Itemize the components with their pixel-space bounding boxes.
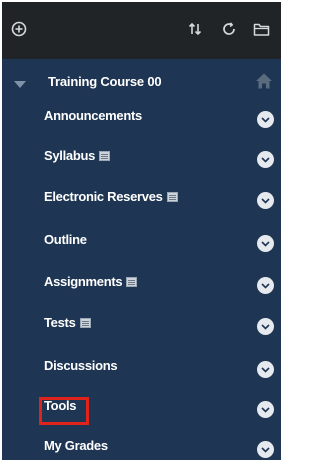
menu-item-assignments[interactable]: Assignments (2, 264, 281, 304)
menu-item-text[interactable]: Electronic Reserves (44, 189, 163, 204)
hidden-from-students-icon (99, 150, 111, 161)
menu-item-label[interactable]: Tests (44, 315, 91, 330)
menu-item-label[interactable]: Outline (44, 232, 87, 247)
options-chevron-icon[interactable] (257, 111, 274, 128)
options-chevron-icon[interactable] (257, 151, 274, 168)
menu-item-text[interactable]: Assignments (44, 274, 123, 289)
options-chevron-icon[interactable] (257, 441, 274, 458)
menu-item-label[interactable]: My Grades (44, 438, 108, 453)
menu-item-text[interactable]: Announcements (44, 108, 142, 123)
reorder-arrows-icon[interactable] (184, 18, 206, 40)
menu-item-discussions[interactable]: Discussions (2, 348, 281, 388)
menu-item-label[interactable]: Announcements (44, 108, 142, 123)
options-chevron-icon[interactable] (257, 277, 274, 294)
options-chevron-icon[interactable] (257, 361, 274, 378)
menu-item-text[interactable]: Tests (44, 315, 76, 330)
menu-item-announcements[interactable]: Announcements (2, 98, 281, 138)
menu-item-text[interactable]: My Grades (44, 438, 108, 453)
menu-item-text[interactable]: Outline (44, 232, 87, 247)
menu-item-tests[interactable]: Tests (2, 305, 281, 345)
menu-item-syllabus[interactable]: Syllabus (2, 138, 281, 178)
menu-item-text[interactable]: Discussions (44, 358, 118, 373)
options-chevron-icon[interactable] (257, 235, 274, 252)
folder-icon[interactable] (250, 18, 272, 40)
hidden-from-students-icon (166, 191, 178, 202)
menu-item-text[interactable]: Syllabus (44, 148, 95, 163)
menu-item-label[interactable]: Assignments (44, 274, 138, 289)
options-chevron-icon[interactable] (257, 318, 274, 335)
home-icon[interactable] (255, 72, 273, 90)
menu-item-label[interactable]: Electronic Reserves (44, 189, 178, 204)
menu-item-label[interactable]: Discussions (44, 358, 118, 373)
menu-item-label[interactable]: Syllabus (44, 148, 111, 163)
options-chevron-icon[interactable] (257, 192, 274, 209)
hidden-from-students-icon (79, 317, 91, 328)
collapse-caret-icon[interactable] (14, 81, 26, 88)
course-menu-panel: Training Course 00 Announcements Syllabus… (2, 2, 281, 460)
course-title[interactable]: Training Course 00 (48, 74, 162, 89)
hidden-from-students-icon (126, 276, 138, 287)
menu-item-outline[interactable]: Outline (2, 222, 281, 262)
menu-item-electronic-reserves[interactable]: Electronic Reserves (2, 179, 281, 219)
add-circle-icon[interactable] (8, 18, 30, 40)
course-menu-toolbar (2, 2, 281, 59)
tools-highlight-box (39, 397, 89, 425)
options-chevron-icon[interactable] (257, 401, 274, 418)
menu-item-my-grades[interactable]: My Grades (2, 428, 281, 460)
refresh-icon[interactable] (218, 18, 240, 40)
